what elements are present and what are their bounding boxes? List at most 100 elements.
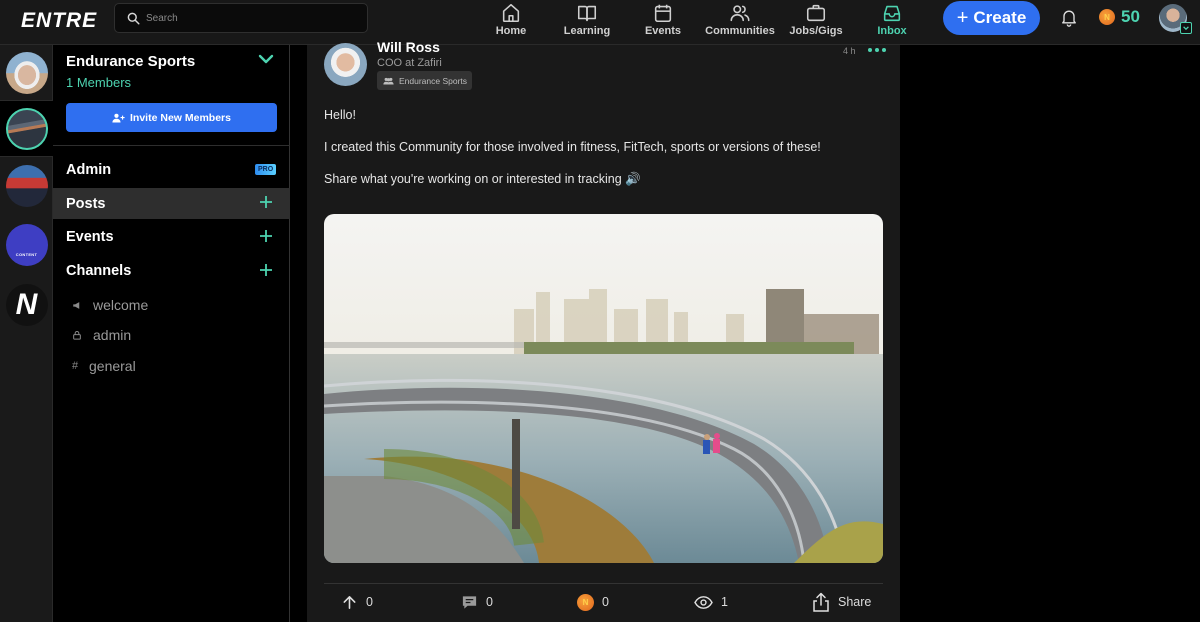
nav-inbox[interactable]: Inbox <box>873 0 911 45</box>
nav-home-label: Home <box>495 25 527 37</box>
community-name: Endurance Sports <box>66 53 196 70</box>
nav-home[interactable]: Home <box>492 0 530 45</box>
post-image[interactable] <box>324 214 883 563</box>
content-avatar-label: CONTENT <box>15 252 38 257</box>
comment-count: 0 <box>486 595 493 609</box>
content-avatar: CONTENT <box>5 224 48 266</box>
channel-admin[interactable]: admin <box>53 321 290 349</box>
upvote-count: 0 <box>366 595 373 609</box>
divider <box>324 583 883 584</box>
community-switch-group[interactable] <box>0 158 53 214</box>
comment-button[interactable]: 0 <box>461 591 493 613</box>
eye-icon <box>694 595 713 609</box>
tip-button[interactable]: N 0 <box>577 591 609 613</box>
post-paragraph: I created this Community for those invol… <box>324 140 821 154</box>
search-input[interactable] <box>146 12 346 24</box>
endurance-sports-avatar <box>5 107 48 150</box>
post-timestamp: 4 h <box>843 46 856 56</box>
profile-avatar <box>5 51 48 94</box>
comment-icon <box>462 595 477 609</box>
add-post-plus-icon[interactable] <box>259 195 273 209</box>
community-member-count[interactable]: 1 Members <box>66 75 131 90</box>
views-indicator: 1 <box>694 591 728 613</box>
community-switch-endurance-sports[interactable] <box>0 101 53 157</box>
post-author-title: COO at Zafiri <box>377 57 442 69</box>
community-switch-entre[interactable]: N <box>0 277 53 333</box>
share-icon <box>813 592 829 612</box>
search-icon <box>127 12 140 25</box>
post-feed: Will Ross COO at Zafiri Endurance Sports… <box>307 39 900 622</box>
community-switch-content[interactable]: CONTENT <box>0 217 53 273</box>
add-user-icon <box>112 113 125 122</box>
section-channels[interactable]: Channels <box>53 256 290 286</box>
book-icon <box>577 5 597 22</box>
admin-section[interactable]: Admin PRO <box>53 155 290 185</box>
create-label: Create <box>973 8 1027 27</box>
top-nav-bar: ENTRE Home Learning Events Communities J… <box>0 0 1200 45</box>
section-events-label: Events <box>66 229 114 245</box>
section-channels-label: Channels <box>66 263 132 279</box>
bell-icon[interactable] <box>1059 6 1079 28</box>
entre-logo[interactable]: ENTRE <box>21 9 97 33</box>
post-image-scene <box>324 214 883 563</box>
community-tag[interactable]: Endurance Sports <box>377 71 473 90</box>
nav-communities-label: Communities <box>705 25 775 37</box>
pro-badge: PRO <box>255 164 277 175</box>
right-empty-area <box>900 45 1200 622</box>
group-icon <box>383 77 394 85</box>
coin-symbol: N <box>1104 12 1110 22</box>
calendar-icon <box>654 4 672 23</box>
nav-inbox-label: Inbox <box>877 25 907 37</box>
coin-balance-value: 50 <box>1121 7 1140 26</box>
create-button[interactable]: + Create <box>943 1 1040 35</box>
nav-learning[interactable]: Learning <box>560 0 614 45</box>
hash-icon: # <box>71 360 79 372</box>
coin-symbol: N <box>582 597 589 607</box>
nav-jobs-gigs-label: Jobs/Gigs <box>789 25 843 37</box>
lock-icon <box>73 331 81 340</box>
coin-balance[interactable]: N 50 <box>1099 7 1140 27</box>
community-panel: Endurance Sports 1 Members Invite New Me… <box>53 45 290 622</box>
add-channel-plus-icon[interactable] <box>259 263 273 277</box>
community-tag-label: Endurance Sports <box>399 75 468 86</box>
channel-general[interactable]: # general <box>53 352 290 380</box>
arrow-up-icon <box>343 595 356 609</box>
invite-new-members-button[interactable]: Invite New Members <box>66 103 277 132</box>
more-options-icon[interactable] <box>868 48 886 52</box>
nav-communities[interactable]: Communities <box>704 0 776 45</box>
section-events[interactable]: Events <box>53 222 290 252</box>
channel-welcome[interactable]: welcome <box>53 291 290 319</box>
nav-events-label: Events <box>644 25 682 37</box>
plus-icon: + <box>956 7 969 29</box>
group-avatar <box>5 165 48 207</box>
briefcase-icon <box>806 4 826 22</box>
view-count: 1 <box>721 595 728 609</box>
coin-icon: N <box>1099 9 1115 25</box>
section-posts[interactable]: Posts <box>53 188 290 219</box>
tip-count: 0 <box>602 595 609 609</box>
post-author-name[interactable]: Will Ross <box>377 39 440 55</box>
share-label: Share <box>838 595 872 609</box>
home-icon <box>502 3 520 23</box>
channel-welcome-label: welcome <box>93 297 149 313</box>
megaphone-icon <box>73 301 80 309</box>
share-button[interactable]: Share <box>812 591 871 613</box>
divider <box>53 145 290 146</box>
invite-label: Invite New Members <box>130 111 231 124</box>
search-box[interactable] <box>114 3 368 33</box>
account-menu-chevron-icon[interactable] <box>1180 22 1192 34</box>
author-avatar[interactable] <box>324 43 367 86</box>
upvote-button[interactable]: 0 <box>341 591 373 613</box>
channel-general-label: general <box>89 358 136 374</box>
chevron-down-icon[interactable] <box>258 53 274 65</box>
coin-icon: N <box>577 593 594 611</box>
community-switch-profile[interactable] <box>0 45 53 101</box>
nav-events[interactable]: Events <box>643 0 683 45</box>
nav-jobs-gigs[interactable]: Jobs/Gigs <box>788 0 844 45</box>
entre-n-avatar: N <box>5 284 48 326</box>
post-paragraph: Share what you're working on or interest… <box>324 172 641 186</box>
add-event-plus-icon[interactable] <box>259 229 273 243</box>
community-switcher: CONTENT N <box>0 45 53 622</box>
entre-n-glyph: N <box>15 288 38 321</box>
users-icon <box>730 5 750 22</box>
